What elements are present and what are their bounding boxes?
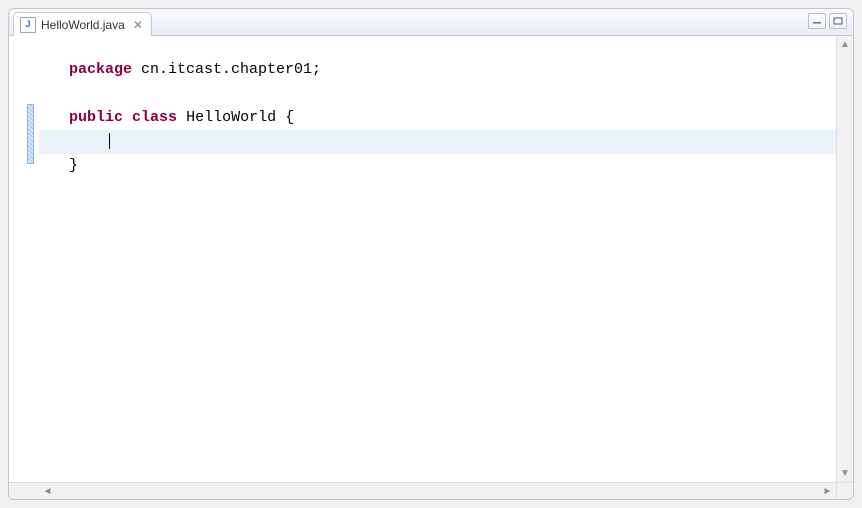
keyword-package: package bbox=[69, 61, 132, 78]
scroll-right-arrow-icon[interactable]: ► bbox=[819, 483, 836, 500]
keyword-public: public bbox=[69, 109, 123, 126]
editor-tab[interactable]: J HelloWorld.java ✕ bbox=[13, 12, 152, 36]
brace-open: { bbox=[276, 109, 294, 126]
marker-gutter[interactable] bbox=[9, 36, 39, 482]
keyword-class: class bbox=[132, 109, 177, 126]
code-line: public class HelloWorld { bbox=[39, 106, 836, 130]
minimize-view-button[interactable] bbox=[808, 13, 826, 29]
scrollbar-spacer bbox=[9, 483, 39, 499]
close-tab-icon[interactable]: ✕ bbox=[130, 19, 143, 31]
vertical-scrollbar[interactable]: ▲ ▼ bbox=[836, 36, 853, 482]
code-area[interactable]: package cn.itcast.chapter01; public clas… bbox=[39, 36, 836, 482]
maximize-view-button[interactable] bbox=[829, 13, 847, 29]
editor-body: package cn.itcast.chapter01; public clas… bbox=[9, 36, 853, 482]
horizontal-scrollbar[interactable]: ◄ ► bbox=[9, 482, 836, 499]
scroll-down-arrow-icon[interactable]: ▼ bbox=[837, 465, 853, 482]
code-line: package cn.itcast.chapter01; bbox=[39, 58, 836, 82]
tab-bar: J HelloWorld.java ✕ bbox=[9, 9, 853, 36]
window-controls bbox=[808, 13, 847, 29]
caret bbox=[109, 133, 110, 149]
code-line-blank bbox=[39, 82, 836, 106]
tab-filename: HelloWorld.java bbox=[41, 18, 125, 32]
bottom-scrollbar-row: ◄ ► bbox=[9, 482, 853, 499]
package-name: cn.itcast.chapter01; bbox=[132, 61, 321, 78]
change-marker bbox=[27, 104, 34, 164]
editor-panel: J HelloWorld.java ✕ package cn.itcast.ch… bbox=[8, 8, 854, 500]
class-name: HelloWorld bbox=[186, 109, 276, 126]
scrollbar-corner bbox=[836, 482, 853, 499]
current-line bbox=[39, 130, 836, 154]
code-line: } bbox=[39, 154, 836, 178]
java-file-icon: J bbox=[20, 17, 36, 33]
brace-close: } bbox=[69, 157, 78, 174]
scroll-left-arrow-icon[interactable]: ◄ bbox=[39, 483, 56, 500]
scroll-up-arrow-icon[interactable]: ▲ bbox=[837, 36, 853, 53]
